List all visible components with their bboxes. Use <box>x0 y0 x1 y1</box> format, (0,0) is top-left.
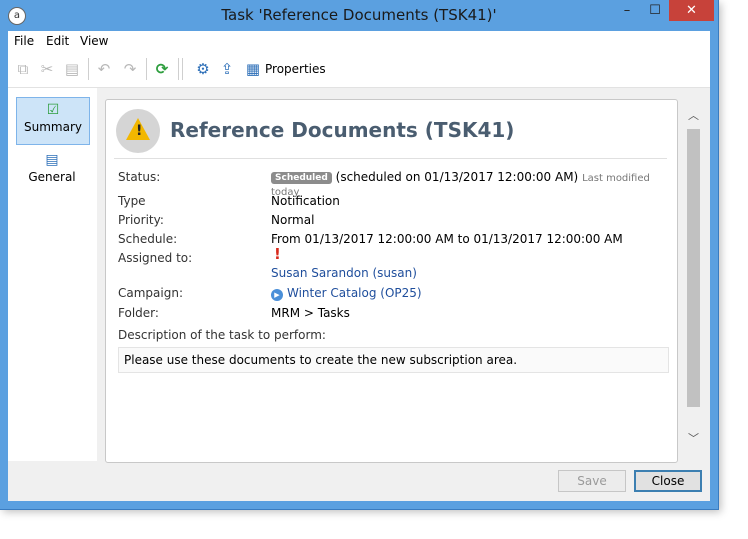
clipboard-icon: ▤ <box>45 152 59 168</box>
toolbar-separator <box>88 58 89 80</box>
folder-value: MRM > Tasks <box>271 306 350 320</box>
campaign-label: Campaign: <box>118 286 183 300</box>
scroll-down-icon[interactable]: ﹀ <box>685 430 702 447</box>
status-badge: Scheduled <box>271 172 332 184</box>
warning-icon: ! <box>116 109 160 153</box>
toolbar-separator <box>182 58 183 80</box>
cut-icon[interactable]: ✂ <box>38 60 56 78</box>
status-text: (scheduled on 01/13/2017 12:00:00 AM) <box>335 170 579 184</box>
title-bar[interactable]: a Task 'Reference Documents (TSK41)' – ☐… <box>0 0 718 31</box>
menu-file[interactable]: File <box>14 34 34 48</box>
nav-summary-label: Summary <box>24 120 82 134</box>
description-text: Please use these documents to create the… <box>118 347 669 373</box>
menu-bar: File Edit View <box>8 31 710 51</box>
close-button[interactable]: Close <box>634 470 702 492</box>
type-label: Type <box>118 194 146 208</box>
properties-button[interactable]: Properties <box>265 62 326 76</box>
campaign-name: Winter Catalog <box>287 286 377 300</box>
priority-value: Normal <box>271 213 315 227</box>
close-window-button[interactable]: ✕ <box>669 0 714 21</box>
warning-exclamation: ! <box>136 123 143 139</box>
assigned-label: Assigned to: <box>118 251 193 265</box>
folder-label: Folder: <box>118 306 159 320</box>
window-title: Task 'Reference Documents (TSK41)' <box>221 6 497 24</box>
export-icon[interactable]: ⇪ <box>218 60 236 78</box>
refresh-icon[interactable]: ⟳ <box>153 60 171 78</box>
redo-icon[interactable]: ↷ <box>121 60 139 78</box>
task-window: a Task 'Reference Documents (TSK41)' – ☐… <box>0 0 718 509</box>
left-navigation: ☑ Summary ▤ General <box>8 88 97 461</box>
priority-alert-icon: ! <box>274 245 281 263</box>
type-value: Notification <box>271 194 340 208</box>
vertical-scrollbar[interactable]: ︿ ﹀ <box>685 97 702 459</box>
description-label: Description of the task to perform: <box>118 328 326 342</box>
settings-icon[interactable]: ⚙ <box>194 60 212 78</box>
nav-general-label: General <box>28 170 76 184</box>
nav-general[interactable]: ▤ General <box>16 148 88 184</box>
assigned-user-link[interactable]: Susan Sarandon (susan) <box>271 266 417 280</box>
campaign-link[interactable]: ▶ Winter Catalog (OP25) <box>271 286 422 301</box>
schedule-value: From 01/13/2017 12:00:00 AM to 01/13/201… <box>271 232 623 246</box>
undo-icon[interactable]: ↶ <box>95 60 113 78</box>
priority-label: Priority: <box>118 213 164 227</box>
toolbar-separator <box>178 58 179 80</box>
properties-icon[interactable]: ▦ <box>244 60 262 78</box>
save-button[interactable]: Save <box>558 470 626 492</box>
copy-icon[interactable]: ⧉ <box>14 60 32 78</box>
scroll-thumb[interactable] <box>687 129 700 407</box>
task-heading: Reference Documents (TSK41) <box>170 118 515 142</box>
nav-summary[interactable]: ☑ Summary <box>16 97 90 145</box>
toolbar: ⧉ ✂ ▤ ↶ ↷ ⟳ ⚙ ⇪ ▦ Properties <box>8 51 710 88</box>
maximize-button[interactable]: ☐ <box>642 0 668 21</box>
summary-panel: ! Reference Documents (TSK41) Status: Sc… <box>105 99 678 463</box>
play-icon: ▶ <box>271 289 283 301</box>
window-client-area: File Edit View ⧉ ✂ ▤ ↶ ↷ ⟳ ⚙ ⇪ ▦ Propert… <box>8 31 710 501</box>
minimize-button[interactable]: – <box>612 0 642 21</box>
menu-view[interactable]: View <box>80 34 108 48</box>
toolbar-separator <box>146 58 147 80</box>
menu-edit[interactable]: Edit <box>46 34 69 48</box>
campaign-code: (OP25) <box>380 286 422 300</box>
schedule-label: Schedule: <box>118 232 178 246</box>
status-label: Status: <box>118 170 161 184</box>
scroll-up-icon[interactable]: ︿ <box>685 107 702 124</box>
paste-icon[interactable]: ▤ <box>63 60 81 78</box>
header-divider <box>114 158 667 159</box>
checkbox-icon: ☑ <box>46 102 60 118</box>
